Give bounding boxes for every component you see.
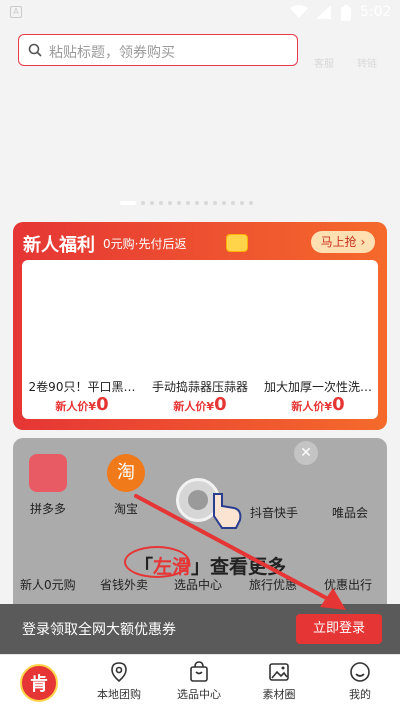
- login-banner-text: 登录领取全网大额优惠券: [22, 622, 176, 638]
- category-takeout[interactable]: 省钱外卖: [100, 576, 148, 593]
- product-price: 新人价¥0: [173, 394, 227, 415]
- home-tab-logo[interactable]: 肯: [20, 664, 58, 702]
- category-ride[interactable]: 优惠出行: [324, 576, 372, 593]
- login-button[interactable]: 立即登录: [296, 614, 382, 644]
- customer-service-link[interactable]: 客服: [314, 55, 334, 70]
- swipe-hint: 「左滑」查看更多: [134, 556, 287, 578]
- notification-icon: A: [10, 6, 22, 18]
- newbie-products: 2卷90只！平口黑… 新人价¥0 手动捣蒜器压蒜器 新人价¥0 加大加厚一次性洗…: [22, 260, 378, 419]
- image-icon: [269, 663, 289, 681]
- search-placeholder: 粘贴标题，领券购买: [49, 45, 175, 61]
- taobao-icon: 淘: [107, 454, 145, 492]
- shopping-bag-icon: [190, 661, 208, 682]
- pinduoduo-icon: [29, 454, 67, 492]
- bottom-tab-bar: 本地团购 选品中心 素材圈 我的: [0, 654, 400, 710]
- smiley-icon: [350, 662, 370, 682]
- tab-local-group-buy[interactable]: 本地团购: [79, 661, 159, 702]
- wifi-icon: [290, 5, 308, 18]
- product-name: 手动捣蒜器压蒜器: [151, 380, 248, 394]
- newbie-subtitle: 0元购·先付后返: [103, 237, 187, 251]
- product-price: 新人价¥0: [55, 394, 109, 415]
- platform-pinduoduo[interactable]: 拼多多: [16, 454, 80, 517]
- carousel-indicator: [120, 201, 253, 205]
- status-bar: A 5:02: [0, 0, 400, 26]
- convert-link[interactable]: 转链: [357, 55, 377, 70]
- platform-douyin-kuaishou[interactable]: 抖音快手: [242, 496, 306, 521]
- platform-vipshop[interactable]: 唯品会: [318, 496, 382, 521]
- product-card[interactable]: 手动捣蒜器压蒜器 新人价¥0: [142, 260, 258, 419]
- category-newbie[interactable]: 新人0元购: [20, 576, 76, 593]
- platform-taobao[interactable]: 淘 淘宝: [94, 454, 158, 517]
- tab-material-circle[interactable]: 素材圈: [239, 661, 319, 702]
- tab-me[interactable]: 我的: [320, 661, 400, 702]
- signal-icon: [316, 5, 331, 19]
- product-card[interactable]: 加大加厚一次性洗… 新人价¥0: [260, 260, 376, 419]
- product-card[interactable]: 2卷90只！平口黑… 新人价¥0: [24, 260, 140, 419]
- category-travel[interactable]: 旅行优惠: [249, 576, 297, 593]
- product-price: 新人价¥0: [291, 394, 345, 415]
- clock: 5:02: [360, 4, 392, 20]
- search-icon: [28, 43, 42, 57]
- newbie-title: 新人福利: [23, 235, 95, 256]
- login-banner: 登录领取全网大额优惠券 立即登录: [0, 604, 400, 654]
- product-name: 加大加厚一次性洗…: [263, 380, 372, 394]
- product-name: 2卷90只！平口黑…: [28, 380, 136, 394]
- newbie-welfare-card[interactable]: 新人福利 0元购·先付后返 马上抢 › 2卷90只！平口黑… 新人价¥0 手动捣…: [13, 222, 387, 430]
- search-input[interactable]: 粘贴标题，领券购买: [18, 34, 298, 66]
- grab-now-button[interactable]: 马上抢 ›: [311, 231, 375, 253]
- gift-icon: [226, 234, 248, 252]
- battery-icon: [341, 5, 351, 21]
- location-pin-icon: [111, 662, 127, 683]
- category-selection[interactable]: 选品中心: [174, 576, 222, 593]
- finger-pointer-icon: [213, 493, 242, 529]
- close-guide-button[interactable]: ✕: [294, 441, 318, 465]
- tab-selection-center[interactable]: 选品中心: [159, 661, 239, 702]
